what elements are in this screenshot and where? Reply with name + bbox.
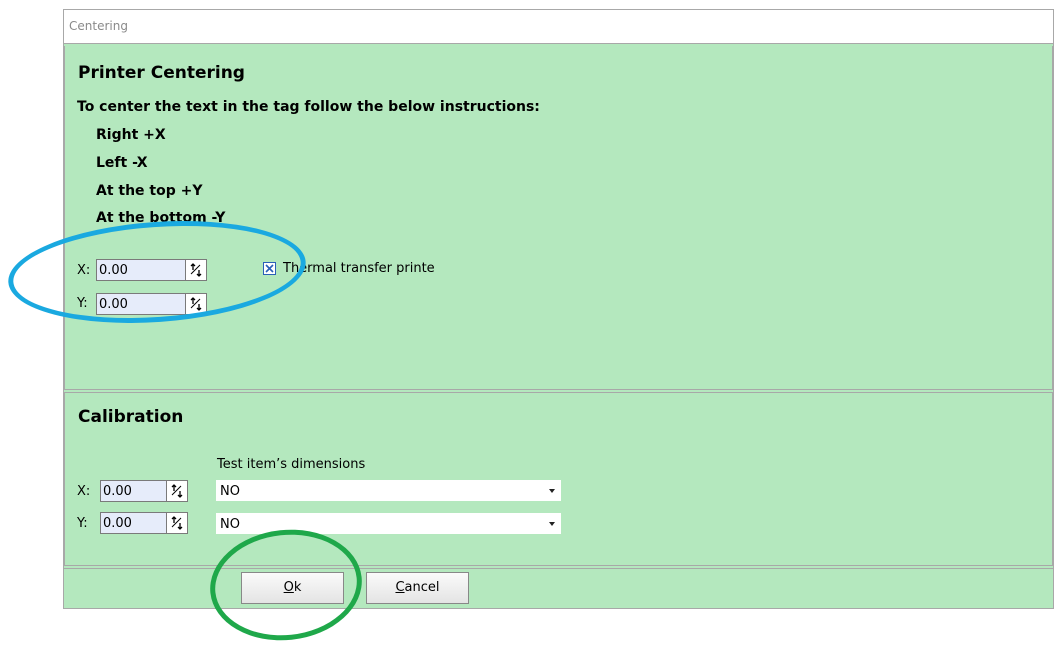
calibration-y-label: Y: (77, 516, 88, 531)
thermal-transfer-label[interactable]: Thermal transfer printe (283, 261, 435, 276)
calibration-x-value[interactable]: 0.00 (103, 484, 132, 499)
rule-bottom: At the bottom -Y (96, 210, 226, 226)
dropdown-arrow-icon[interactable] (549, 522, 555, 526)
thermal-transfer-checkbox[interactable] (263, 262, 276, 275)
calibration-panel (64, 392, 1053, 566)
printer-x-value[interactable]: 0.00 (99, 263, 128, 278)
calibration-x-label: X: (77, 484, 91, 499)
y-dimension-value[interactable]: NO (220, 517, 240, 532)
cancel-button[interactable]: Cancel (366, 572, 469, 604)
ok-mnemonic: O (283, 580, 294, 595)
cancel-mnemonic: C (395, 580, 405, 595)
rule-top: At the top +Y (96, 183, 203, 199)
dimensions-label: Test item’s dimensions (217, 457, 366, 472)
window-title: Centering (69, 19, 128, 33)
instruction-text: To center the text in the tag follow the… (77, 99, 540, 115)
x-dimension-value[interactable]: NO (220, 484, 240, 499)
spin-arrows-icon[interactable] (185, 260, 206, 280)
calibration-y-spinner[interactable]: 0.00 (100, 512, 188, 534)
rule-right: Right +X (96, 127, 166, 143)
cancel-label-rest: ancel (404, 580, 440, 595)
printer-centering-heading: Printer Centering (78, 63, 245, 83)
ok-button[interactable]: Ok (241, 572, 344, 604)
calibration-heading: Calibration (78, 407, 184, 427)
printer-x-label: X: (77, 263, 91, 278)
x-dimension-select[interactable]: NO (216, 480, 561, 501)
printer-y-value[interactable]: 0.00 (99, 297, 128, 312)
printer-x-spinner[interactable]: 0.00 (96, 259, 207, 281)
ok-label-rest: k (293, 580, 302, 595)
printer-y-spinner[interactable]: 0.00 (96, 293, 207, 315)
printer-y-label: Y: (77, 296, 88, 311)
calibration-x-spinner[interactable]: 0.00 (100, 480, 188, 502)
spin-arrows-icon[interactable] (166, 481, 187, 501)
calibration-y-value[interactable]: 0.00 (103, 516, 132, 531)
title-bar[interactable]: Centering (64, 10, 1053, 44)
rule-left: Left -X (96, 155, 148, 171)
y-dimension-select[interactable]: NO (216, 513, 561, 534)
button-bar (64, 568, 1053, 610)
dropdown-arrow-icon[interactable] (549, 489, 555, 493)
spin-arrows-icon[interactable] (185, 294, 206, 314)
spin-arrows-icon[interactable] (166, 513, 187, 533)
